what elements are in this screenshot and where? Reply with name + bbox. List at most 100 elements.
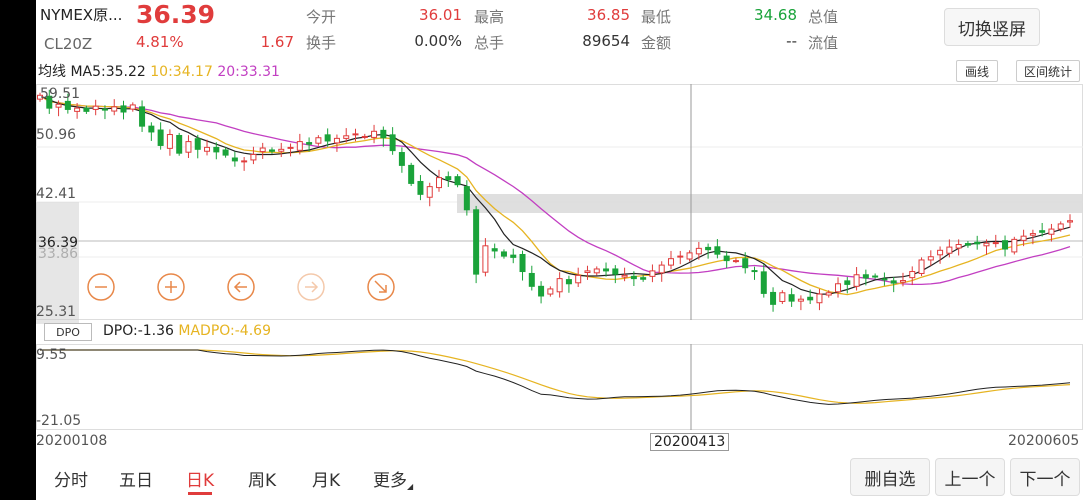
candle-body	[306, 142, 313, 145]
zoom-in-icon[interactable]	[156, 272, 186, 302]
candle	[287, 143, 294, 157]
zoom-out-icon[interactable]	[86, 272, 116, 302]
tab-intraday[interactable]: 分时	[54, 466, 88, 491]
candle-body	[899, 280, 906, 283]
ma-legend: 均线 MA5:35.22 10:34.17 20:33.31	[38, 61, 280, 81]
candle-body	[992, 242, 999, 245]
price-range-band	[457, 194, 1083, 213]
corner-arrow-icon: ◢	[407, 482, 414, 491]
candle-body	[528, 272, 535, 287]
delete-watchlist-button[interactable]: 删自选	[850, 458, 930, 496]
candle-body	[584, 270, 591, 274]
candle	[231, 151, 238, 167]
candle-body	[955, 244, 962, 249]
candle-body	[101, 108, 108, 111]
candle	[603, 262, 610, 277]
candle	[872, 273, 879, 279]
candle	[723, 250, 730, 268]
candle-body	[862, 274, 869, 279]
candle-body	[231, 157, 238, 162]
tab-monthly-k[interactable]: 月K	[312, 466, 340, 491]
candle	[380, 126, 387, 147]
candle	[760, 264, 767, 298]
draw-line-button[interactable]: 画线	[956, 60, 998, 82]
instrument-name: NYMEX原...	[40, 6, 123, 24]
candle-body	[890, 280, 897, 284]
candle	[909, 266, 916, 286]
candle-body	[946, 246, 953, 254]
change-value: 1.67	[260, 33, 294, 51]
candle	[129, 102, 136, 112]
candle-body	[204, 146, 211, 152]
candle	[575, 267, 582, 287]
tab-weekly-k[interactable]: 周K	[248, 466, 276, 491]
candle-body	[714, 246, 721, 255]
last-price: 36.39	[136, 0, 216, 29]
ma20-line	[39, 94, 1071, 286]
candle	[528, 265, 535, 291]
candle	[770, 287, 777, 312]
pan-right-icon[interactable]	[296, 272, 326, 302]
candle-body	[640, 277, 647, 280]
candle-body	[491, 248, 498, 252]
candle-body	[148, 125, 155, 133]
candle-body	[55, 103, 62, 108]
indicator-selector-button[interactable]: DPO	[44, 323, 92, 341]
candle	[714, 239, 721, 259]
candle	[389, 127, 396, 155]
low-value: 34.68	[754, 6, 797, 24]
candle	[139, 100, 146, 132]
tab-daily-k[interactable]: 日K	[186, 466, 214, 491]
candle-body	[259, 147, 266, 153]
candle	[473, 205, 480, 284]
candle-body	[129, 104, 136, 110]
dpo-chart[interactable]	[36, 344, 1083, 430]
open-label: 今开	[306, 8, 337, 26]
candle	[565, 275, 572, 293]
candle	[408, 162, 415, 186]
price-axis-l2: 50.96	[36, 127, 77, 143]
previous-button[interactable]: 上一个	[935, 458, 1005, 496]
candle	[844, 277, 851, 294]
candle	[816, 288, 823, 311]
range-stats-button[interactable]: 区间统计	[1016, 60, 1080, 82]
candle	[278, 142, 285, 158]
candle	[92, 99, 99, 116]
amount-label: 金额	[641, 34, 672, 52]
switch-portrait-button[interactable]: 切换竖屏	[944, 8, 1040, 46]
tab-more[interactable]: 更多◢	[373, 466, 413, 491]
candle-body	[538, 285, 545, 297]
pan-left-icon[interactable]	[226, 272, 256, 302]
candle-body	[445, 176, 452, 181]
candle	[612, 265, 619, 284]
ma5-value: MA5:35.22	[70, 64, 146, 80]
candle	[797, 295, 804, 311]
candle-body	[881, 278, 888, 281]
candle	[918, 257, 925, 277]
candle-body	[797, 298, 804, 302]
tab-five-day[interactable]: 五日	[119, 466, 153, 491]
collapse-icon[interactable]	[366, 272, 396, 302]
candle-body	[380, 129, 387, 139]
candlestick-chart[interactable]	[36, 84, 1083, 320]
candle	[259, 142, 266, 159]
next-button[interactable]: 下一个	[1010, 458, 1080, 496]
candle	[927, 250, 934, 266]
candle	[482, 238, 489, 277]
candle-body	[250, 153, 257, 161]
dpo-line	[40, 349, 1071, 405]
price-axis-bottom: 25.31	[36, 304, 77, 320]
candle-body	[788, 294, 795, 302]
candle-body	[677, 255, 684, 258]
candle-body	[630, 275, 637, 280]
candle	[491, 243, 498, 259]
change-percent: 4.81%	[136, 33, 184, 51]
candle-body	[918, 259, 925, 274]
candle-body	[166, 134, 173, 149]
candle-body	[760, 271, 767, 294]
candle-body	[194, 138, 201, 150]
current-price-label: 36.39	[38, 235, 79, 251]
candle-body	[565, 279, 572, 285]
dpo-legend: DPO:-1.36 MADPO:-4.69	[103, 323, 271, 339]
candle-body	[770, 291, 777, 305]
